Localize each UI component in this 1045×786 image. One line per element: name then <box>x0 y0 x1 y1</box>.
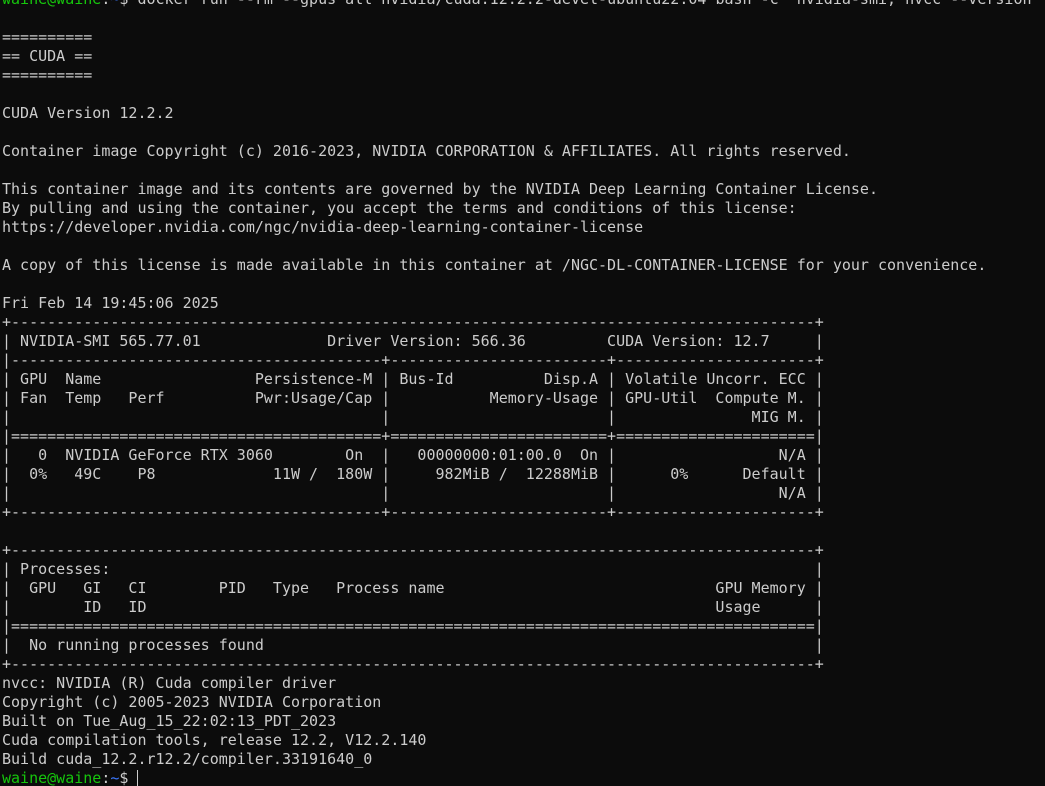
output-line: | 0% 49C P8 11W / 180W | 982MiB / 12288M… <box>2 465 824 483</box>
output-line: Fri Feb 14 19:45:06 2025 <box>2 294 219 312</box>
prompt-user-host: waine@waine <box>2 0 101 8</box>
output-line: | NVIDIA-SMI 565.77.01 Driver Version: 5… <box>2 332 824 350</box>
final-prompt-line[interactable]: waine@waine:~$ <box>2 769 1045 786</box>
output-line: | Fan Temp Perf Pwr:Usage/Cap | Memory-U… <box>2 389 824 407</box>
output-line: +---------------------------------------… <box>2 541 824 559</box>
terminal-output: ========== == CUDA == ========== CUDA Versi… <box>2 9 1045 769</box>
command-prompt-line: waine@waine:~$ docker run --rm --gpus al… <box>2 0 1045 9</box>
output-line: |=======================================… <box>2 617 824 635</box>
output-line: | ID ID Usage | <box>2 598 824 616</box>
output-line: Built on Tue_Aug_15_22:02:13_PDT_2023 <box>2 712 337 730</box>
output-line: By pulling and using the container, you … <box>2 199 797 217</box>
output-line: | | | MIG M. | <box>2 408 824 426</box>
output-line: |---------------------------------------… <box>2 351 824 369</box>
output-line: | No running processes found | <box>2 636 824 654</box>
output-line: == CUDA == <box>2 47 93 65</box>
prompt-symbol: $ <box>119 0 137 8</box>
output-line: https://developer.nvidia.com/ngc/nvidia-… <box>2 218 644 236</box>
output-line: Copyright (c) 2005-2023 NVIDIA Corporati… <box>2 693 382 711</box>
output-line: | | | N/A | <box>2 484 824 502</box>
output-line: +---------------------------------------… <box>2 503 824 521</box>
terminal-window[interactable]: waine@waine:~$ docker run --rm --gpus al… <box>0 0 1045 786</box>
output-line: | 0 NVIDIA GeForce RTX 3060 On | 0000000… <box>2 446 824 464</box>
output-line: A copy of this license is made available… <box>2 256 987 274</box>
prompt-symbol: $ <box>119 769 138 786</box>
output-line: nvcc: NVIDIA (R) Cuda compiler driver <box>2 674 337 692</box>
output-line: CUDA Version 12.2.2 <box>2 104 174 122</box>
output-line: +---------------------------------------… <box>2 313 824 331</box>
output-line: ========== <box>2 28 93 46</box>
text-cursor <box>137 770 139 786</box>
output-line: +---------------------------------------… <box>2 655 824 673</box>
output-line: Build cuda_12.2.r12.2/compiler.33191640_… <box>2 750 373 768</box>
command-text: docker run --rm --gpus all nvidia/cuda:1… <box>137 0 1040 8</box>
output-line: This container image and its contents ar… <box>2 180 878 198</box>
output-line: | GPU GI CI PID Type Process name GPU Me… <box>2 579 824 597</box>
output-line: | Processes: | <box>2 560 824 578</box>
prompt-user-host: waine@waine <box>2 769 102 786</box>
output-line: Cuda compilation tools, release 12.2, V1… <box>2 731 427 749</box>
output-line: | GPU Name Persistence-M | Bus-Id Disp.A… <box>2 370 824 388</box>
output-line: ========== <box>2 66 93 84</box>
output-line: |=======================================… <box>2 427 824 445</box>
output-line: Container image Copyright (c) 2016-2023,… <box>2 142 851 160</box>
